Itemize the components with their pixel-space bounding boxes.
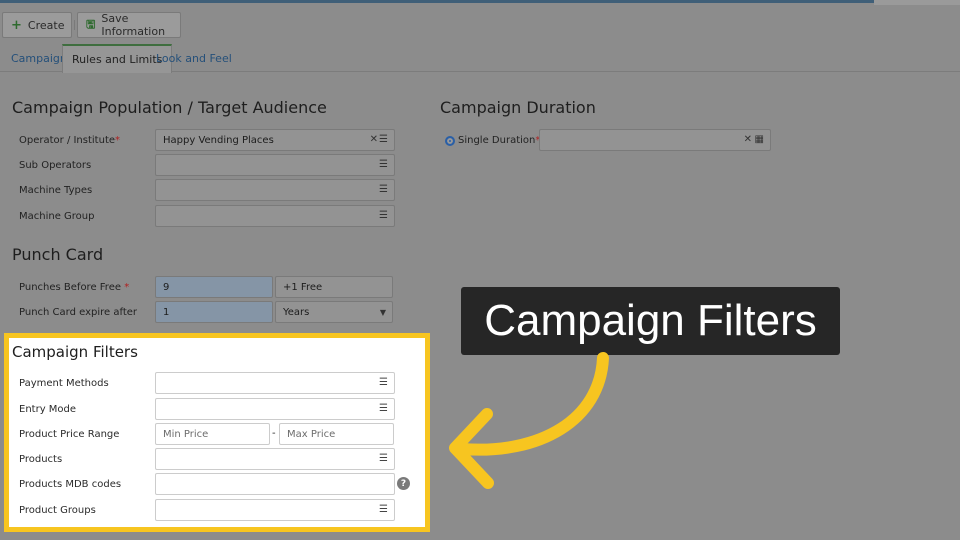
arrow-curve [456,352,609,456]
callout-arrow [449,352,609,489]
